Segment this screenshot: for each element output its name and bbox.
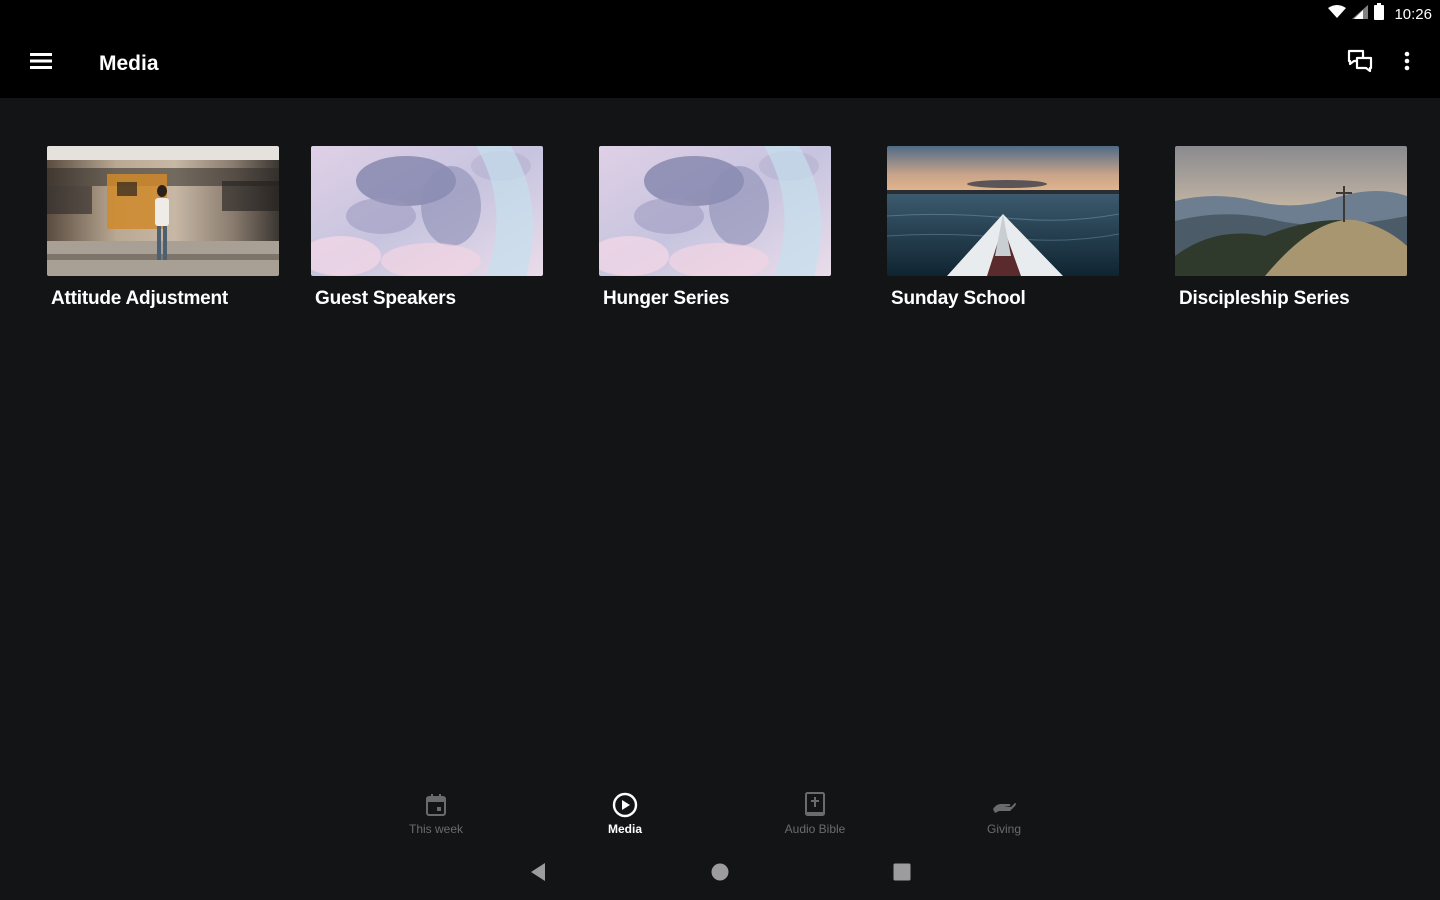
back-icon xyxy=(529,862,547,887)
home-button[interactable] xyxy=(702,860,738,888)
recents-button[interactable] xyxy=(884,860,920,888)
bottom-navigation: This week Media Audio Bible Giving xyxy=(0,786,1440,846)
recents-icon xyxy=(893,863,911,886)
status-icons: 10:26 xyxy=(1328,3,1432,25)
nav-item-audio-bible[interactable]: Audio Bible xyxy=(755,792,875,842)
media-card-title: Attitude Adjustment xyxy=(51,288,229,309)
system-navigation-bar xyxy=(0,852,1440,900)
status-bar: 10:26 xyxy=(0,0,1440,28)
media-card-title: Guest Speakers xyxy=(315,288,456,309)
nav-label: Audio Bible xyxy=(784,822,846,836)
media-thumbnail xyxy=(887,146,1119,276)
nav-label: Giving xyxy=(986,822,1021,836)
more-vert-icon xyxy=(1404,51,1410,76)
page-title: Media xyxy=(99,52,159,75)
media-card-sunday-school[interactable]: Sunday School xyxy=(887,146,1119,316)
menu-icon xyxy=(30,52,52,75)
more-options-button[interactable] xyxy=(1392,45,1422,81)
back-button[interactable] xyxy=(520,860,556,888)
giving-hand-icon xyxy=(991,792,1017,818)
media-card-title: Discipleship Series xyxy=(1179,288,1350,309)
battery-icon xyxy=(1374,3,1385,25)
media-card-title: Hunger Series xyxy=(603,288,730,309)
nav-item-media[interactable]: Media xyxy=(565,792,685,842)
media-thumbnail xyxy=(1175,146,1407,276)
nav-item-giving[interactable]: Giving xyxy=(944,792,1064,842)
play-circle-icon xyxy=(612,792,638,818)
signal-icon xyxy=(1352,4,1369,24)
chat-button[interactable] xyxy=(1342,45,1378,81)
chat-icon xyxy=(1347,49,1373,78)
media-card-hunger-series[interactable]: Hunger Series xyxy=(599,146,831,316)
app-bar: Media xyxy=(0,28,1440,98)
home-icon xyxy=(711,863,729,886)
nav-label: Media xyxy=(607,822,642,836)
bible-icon xyxy=(802,792,828,818)
nav-label: This week xyxy=(408,822,464,836)
media-thumbnail xyxy=(599,146,831,276)
nav-item-this-week[interactable]: This week xyxy=(376,792,496,842)
wifi-icon xyxy=(1328,4,1347,24)
media-thumbnail xyxy=(311,146,543,276)
calendar-icon xyxy=(423,792,449,818)
media-card-attitude-adjustment[interactable]: Attitude Adjustment xyxy=(47,146,279,316)
media-card-discipleship-series[interactable]: Discipleship Series xyxy=(1175,146,1407,316)
media-thumbnail xyxy=(47,146,279,276)
media-card-guest-speakers[interactable]: Guest Speakers xyxy=(311,146,543,316)
status-time: 10:26 xyxy=(1394,5,1432,23)
menu-button[interactable] xyxy=(22,45,60,81)
media-card-title: Sunday School xyxy=(891,288,1026,309)
